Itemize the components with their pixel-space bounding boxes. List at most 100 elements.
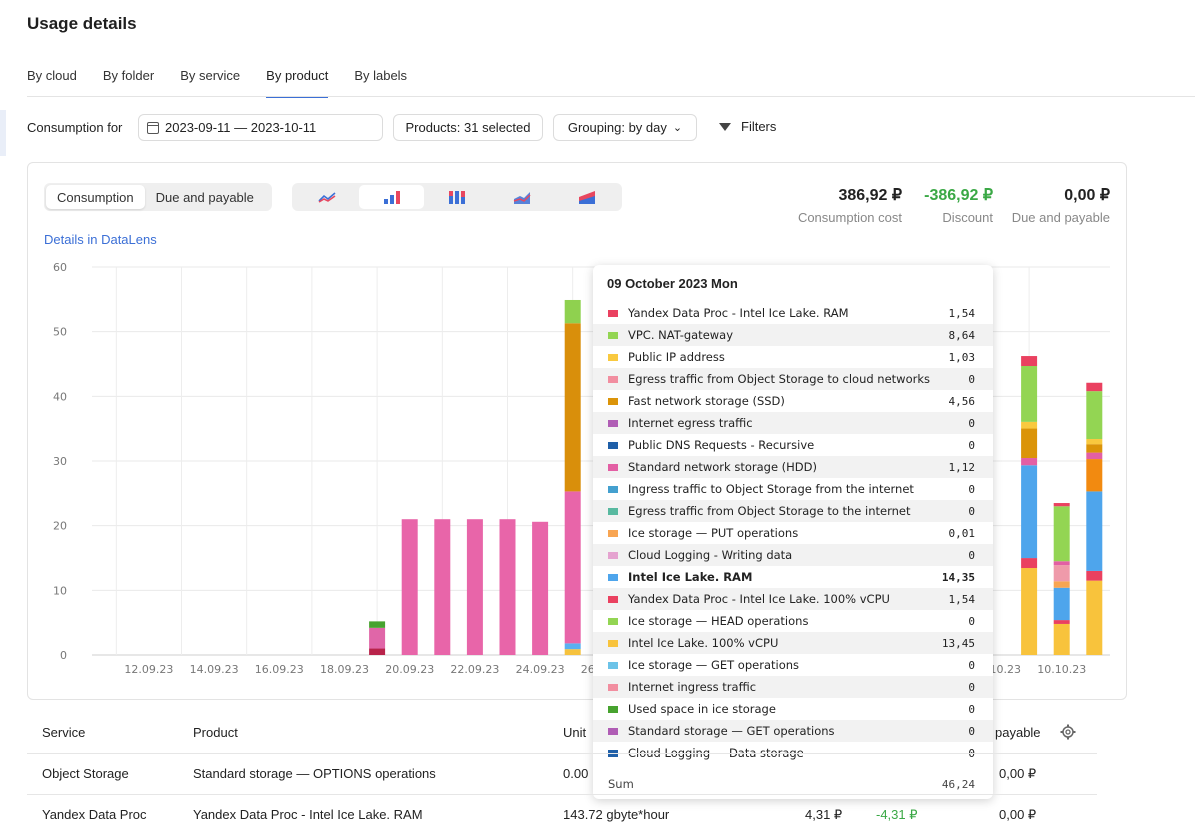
tooltip-row-value: 0 bbox=[968, 680, 975, 694]
discount-total: -386,92 ₽ Discount bbox=[905, 185, 993, 225]
bar-segment bbox=[564, 323, 581, 492]
row2-discount: -4,31 ₽ bbox=[876, 807, 918, 822]
tooltip-row-name: Ice storage — HEAD operations bbox=[628, 614, 809, 628]
products-select-label: Products: 31 selected bbox=[405, 120, 531, 135]
products-select-button[interactable]: Products: 31 selected bbox=[393, 114, 543, 141]
bar-segment bbox=[1021, 421, 1038, 429]
date-range-picker[interactable]: 2023-09-11 — 2023-10-11 bbox=[138, 114, 383, 141]
consumption-cost-total: 386,92 ₽ Consumption cost bbox=[770, 185, 902, 225]
tooltip-row-value: 0 bbox=[968, 482, 975, 496]
tooltip-row-value: 14,35 bbox=[941, 570, 975, 584]
bar-segment bbox=[1021, 428, 1038, 459]
datalens-link[interactable]: Details in DataLens bbox=[44, 232, 157, 247]
tooltip-row-name: Egress traffic from Object Storage to th… bbox=[628, 504, 911, 518]
tooltip-row: Standard storage — GET operations 0 bbox=[593, 720, 993, 742]
table-row-divider bbox=[27, 794, 1097, 795]
table-settings-gear-icon[interactable] bbox=[1060, 724, 1076, 743]
due-total: 0,00 ₽ Due and payable bbox=[1005, 185, 1110, 225]
row2-product: Yandex Data Proc - Intel Ice Lake. RAM bbox=[193, 807, 423, 822]
view-consumption-option[interactable]: Consumption bbox=[46, 185, 145, 209]
grouping-select-label: Grouping: by day bbox=[567, 120, 667, 135]
grouping-select[interactable]: Grouping: by day ⌄ bbox=[553, 114, 697, 141]
filters-button[interactable]: Filters bbox=[719, 119, 776, 134]
tooltip-row-value: 1,54 bbox=[948, 592, 976, 606]
bar-segment bbox=[532, 521, 549, 655]
filter-icon bbox=[719, 122, 731, 131]
bar-segment bbox=[1086, 452, 1103, 460]
bar-segment bbox=[1086, 570, 1103, 581]
bar-segment bbox=[1021, 366, 1038, 422]
discount-value: -386,92 ₽ bbox=[924, 187, 993, 204]
stacked-area-icon[interactable] bbox=[555, 185, 620, 209]
col-header-service: Service bbox=[42, 725, 86, 740]
tooltip-row-name: Internet egress traffic bbox=[628, 416, 753, 430]
series-swatch bbox=[608, 463, 618, 471]
bar-segment bbox=[1053, 506, 1070, 562]
bar-segment bbox=[1021, 458, 1038, 466]
tooltip-row-name: Intel Ice Lake. RAM bbox=[628, 570, 753, 584]
row2-due: 0,00 ₽ bbox=[999, 807, 1037, 822]
tab-by-product[interactable]: By product bbox=[266, 68, 329, 98]
stacked-bar-icon[interactable] bbox=[424, 185, 489, 209]
series-swatch bbox=[608, 507, 618, 515]
col-header-payable: payable bbox=[995, 725, 1041, 740]
bar-segment bbox=[369, 648, 386, 655]
bar-segment bbox=[1086, 391, 1103, 440]
consumption-for-label: Consumption for bbox=[27, 120, 123, 135]
date-range-value: 2023-09-11 — 2023-10-11 bbox=[165, 120, 317, 135]
series-swatch bbox=[608, 375, 618, 383]
bar-segment bbox=[1053, 581, 1070, 588]
tooltip-row: Yandex Data Proc - Intel Ice Lake. 100% … bbox=[593, 588, 993, 610]
y-tick-label: 0 bbox=[60, 649, 67, 662]
tab-by-cloud[interactable]: By cloud bbox=[27, 68, 77, 98]
row1-unit: 0.00 bbox=[563, 766, 589, 781]
tooltip-row-value: 0 bbox=[968, 438, 975, 452]
y-tick-label: 50 bbox=[53, 326, 67, 339]
area-chart-icon[interactable] bbox=[490, 185, 555, 209]
series-swatch bbox=[608, 353, 618, 361]
row1-product: Standard storage — OPTIONS operations bbox=[193, 766, 436, 781]
bar-segment bbox=[1086, 491, 1103, 571]
series-swatch bbox=[608, 551, 618, 559]
tooltip-row: Intel Ice Lake. RAM 14,35 bbox=[593, 566, 993, 588]
series-swatch bbox=[608, 331, 618, 339]
chart-tooltip: 09 October 2023 Mon Yandex Data Proc - I… bbox=[593, 265, 993, 799]
tooltip-row-name: Used space in ice storage bbox=[628, 702, 776, 716]
x-tick-label: 10.10.23 bbox=[1037, 663, 1086, 676]
bar-segment bbox=[1021, 356, 1038, 367]
series-swatch bbox=[608, 705, 618, 713]
tooltip-title: 09 October 2023 Mon bbox=[607, 276, 738, 291]
tooltip-row: Ice storage — GET operations 0 bbox=[593, 654, 993, 676]
tooltip-row-name: Public IP address bbox=[628, 350, 725, 364]
tooltip-sum-value: 46,24 bbox=[941, 777, 975, 791]
tooltip-row: Public IP address 1,03 bbox=[593, 346, 993, 368]
bar-segment bbox=[499, 519, 516, 655]
table-header-divider bbox=[27, 753, 1097, 754]
tooltip-row-value: 1,54 bbox=[948, 306, 976, 320]
view-toggle: Consumption Due and payable bbox=[44, 183, 272, 211]
consumption-cost-label: Consumption cost bbox=[797, 210, 902, 225]
view-due-payable-option[interactable]: Due and payable bbox=[145, 185, 265, 209]
due-label: Due and payable bbox=[1011, 210, 1110, 225]
x-tick-label: 22.09.23 bbox=[450, 663, 499, 676]
bar-chart-icon[interactable] bbox=[359, 185, 425, 209]
tooltip-row: Internet egress traffic 0 bbox=[593, 412, 993, 434]
tooltip-row-value: 0 bbox=[968, 724, 975, 738]
line-chart-icon[interactable] bbox=[294, 185, 359, 209]
bar-segment bbox=[1053, 565, 1070, 582]
tooltip-row-value: 13,45 bbox=[941, 636, 975, 650]
tooltip-row-name: VPC. NAT-gateway bbox=[628, 328, 734, 342]
tooltip-row-name: Egress traffic from Object Storage to cl… bbox=[628, 372, 931, 386]
bar-segment bbox=[564, 643, 581, 650]
series-swatch bbox=[608, 683, 618, 691]
row1-service: Object Storage bbox=[42, 766, 129, 781]
tooltip-row-name: Standard network storage (HDD) bbox=[628, 460, 818, 474]
tab-by-folder[interactable]: By folder bbox=[103, 68, 154, 98]
tab-by-labels[interactable]: By labels bbox=[354, 68, 407, 98]
tooltip-row-name: Standard storage — GET operations bbox=[628, 724, 835, 738]
tab-by-service[interactable]: By service bbox=[180, 68, 240, 98]
series-swatch bbox=[608, 485, 618, 493]
page-title: Usage details bbox=[27, 14, 137, 33]
row1-due: 0,00 ₽ bbox=[999, 766, 1037, 781]
bar-segment bbox=[1086, 459, 1103, 492]
